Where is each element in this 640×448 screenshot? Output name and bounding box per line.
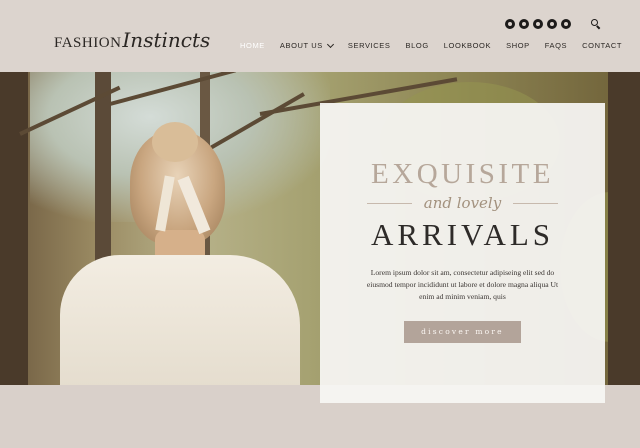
hero-subheadline-row: and lovely	[320, 194, 605, 212]
model-hair-bun	[152, 122, 198, 162]
hero-subheadline: and lovely	[423, 194, 502, 212]
divider-line	[366, 202, 412, 204]
hero-headline-top: EXQUISITE	[371, 158, 554, 190]
logo-wordmark-primary: FASHION	[54, 35, 122, 51]
nav-item-about-us[interactable]: ABOUT US	[279, 40, 334, 50]
social-links	[505, 19, 571, 29]
hero-headline-bottom: ARRIVALS	[370, 217, 555, 252]
nav-item-home[interactable]: HOME	[240, 41, 265, 50]
hero-card: EXQUISITE and lovely ARRIVALS Lorem ipsu…	[320, 103, 605, 403]
nav-item-shop[interactable]: SHOP	[506, 41, 530, 50]
nav-item-label: FAQS	[544, 41, 568, 50]
nav-item-label: CONTACT	[582, 41, 623, 50]
hero-tree-trunk	[0, 72, 28, 385]
site-header: FASHION Instincts HOME ABOUT US SERVICES…	[0, 0, 640, 72]
hero-body-text: Lorem ipsum dolor sit am, consectetur ad…	[366, 268, 559, 301]
nav-item-faqs[interactable]: FAQS	[545, 41, 567, 50]
nav-item-label: LOOKBOOK	[443, 41, 492, 50]
search-icon-handle	[596, 25, 601, 30]
nav-item-contact[interactable]: CONTACT	[582, 41, 622, 50]
facebook-icon[interactable]	[519, 19, 529, 29]
chevron-down-icon	[326, 40, 334, 48]
discover-more-button[interactable]: discover more	[404, 321, 521, 343]
main-nav: HOME ABOUT US SERVICES BLOG LOOKBOOK SHO…	[240, 40, 637, 50]
nav-item-label: HOME	[240, 41, 265, 50]
search-icon[interactable]	[591, 19, 601, 30]
hero-model	[60, 122, 300, 385]
youtube-icon[interactable]	[547, 19, 557, 29]
pinterest-icon[interactable]	[561, 19, 571, 29]
nav-item-lookbook[interactable]: LOOKBOOK	[444, 41, 491, 50]
nav-item-label: SHOP	[506, 41, 530, 50]
hero-tree-trunk	[608, 72, 640, 385]
twitter-icon[interactable]	[533, 19, 543, 29]
nav-item-label: BLOG	[405, 41, 429, 50]
instagram-icon[interactable]	[505, 19, 515, 29]
site-logo[interactable]: FASHION Instincts	[54, 28, 210, 54]
logo-wordmark-script: Instincts	[122, 28, 211, 52]
nav-item-label: SERVICES	[347, 41, 391, 50]
nav-item-label: ABOUT US	[279, 41, 323, 50]
nav-item-blog[interactable]: BLOG	[406, 41, 429, 50]
model-blouse	[60, 255, 300, 385]
nav-item-services[interactable]: SERVICES	[348, 41, 391, 50]
divider-line	[513, 202, 559, 204]
